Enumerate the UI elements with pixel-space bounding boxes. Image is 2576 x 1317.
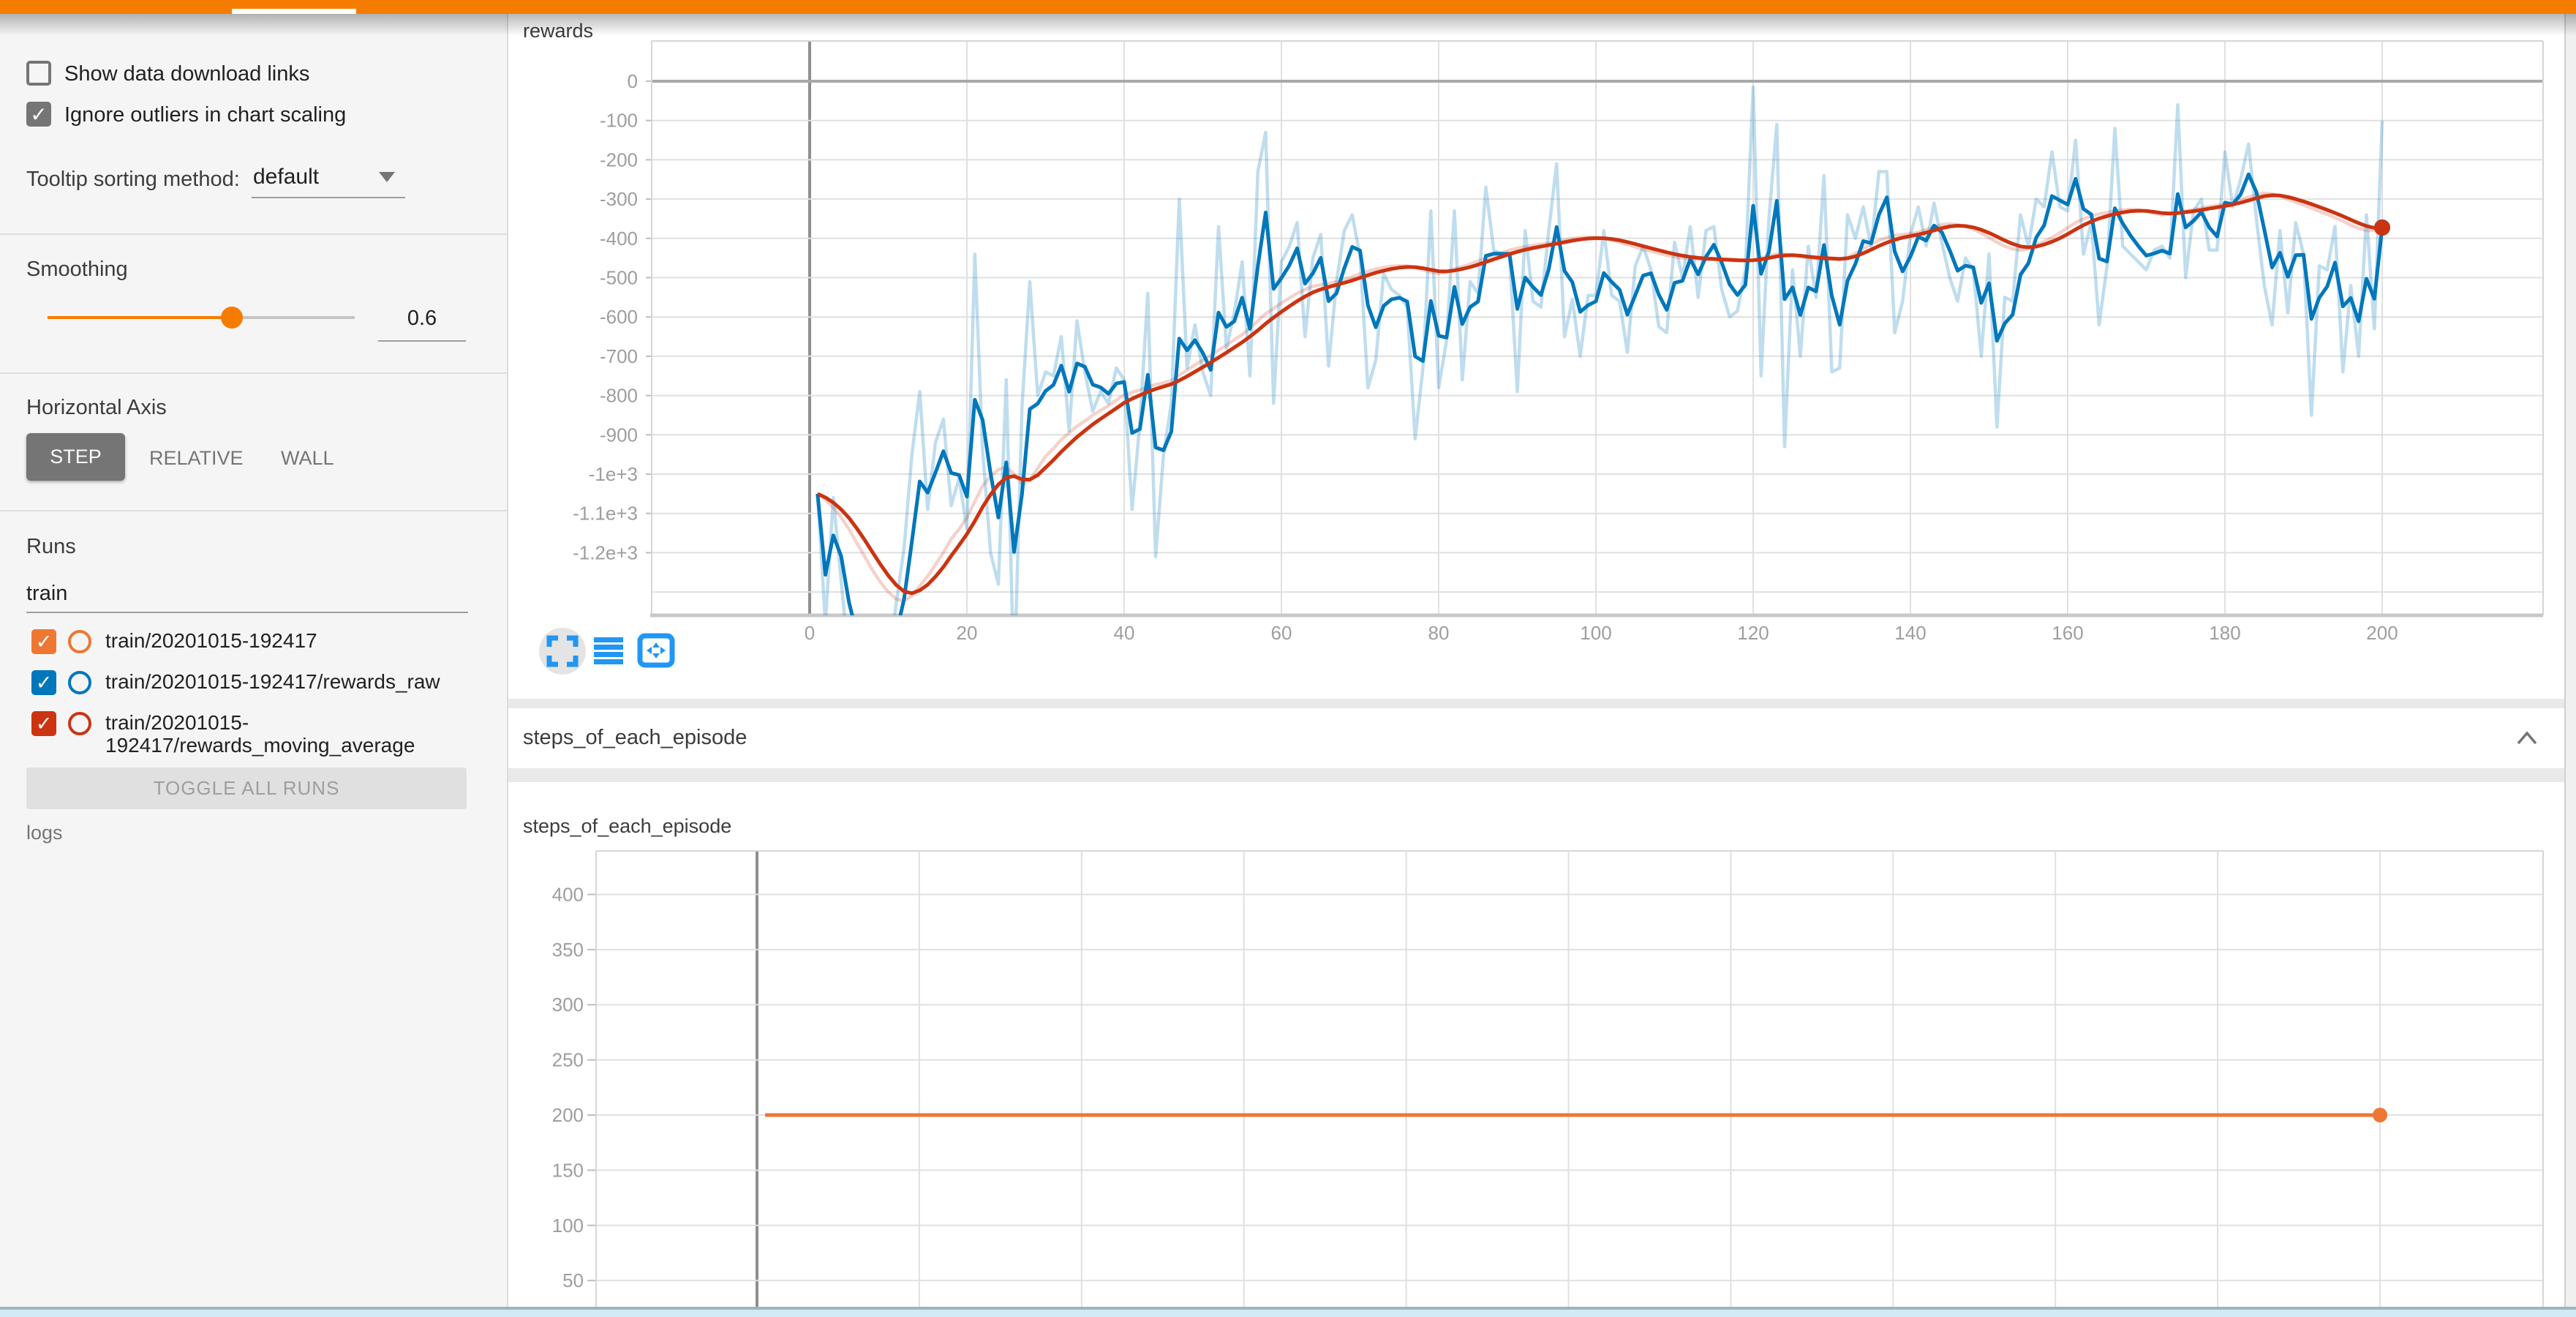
tooltip-sorting-label: Tooltip sorting method: — [26, 168, 240, 192]
divider — [0, 510, 507, 511]
run-label: train/20201015-192417/rewards_moving_ave… — [105, 711, 492, 757]
run-color-circle[interactable] — [68, 712, 91, 735]
fullscreen-icon[interactable] — [546, 634, 579, 668]
window-bottom-edge — [0, 1307, 2576, 1317]
axis-wall-button[interactable]: WALL — [281, 447, 334, 470]
show-data-download-links-label: Show data download links — [64, 62, 309, 86]
active-tab-underline — [232, 9, 356, 14]
steps-card: steps_of_each_episode — [508, 782, 2564, 1307]
smoothing-slider-fill — [48, 316, 230, 319]
smoothing-input-underline — [378, 340, 466, 342]
toggle-all-runs-button[interactable]: TOGGLE ALL RUNS — [26, 768, 467, 809]
chevron-down-icon[interactable] — [379, 172, 395, 182]
vertical-scrollbar[interactable] — [2564, 14, 2576, 1307]
smoothing-label: Smoothing — [26, 258, 128, 282]
main-content: rewards steps_of_each_episode steps_of_e… — [508, 14, 2564, 1307]
tooltip-sorting-dropdown[interactable]: default — [253, 165, 319, 190]
tooltip-dropdown-underline — [252, 197, 405, 198]
steps-section-header[interactable]: steps_of_each_episode — [508, 708, 2564, 768]
data-table-icon[interactable] — [592, 634, 625, 668]
run-checkbox[interactable]: ✓ — [31, 711, 56, 736]
run-row[interactable]: ✓ train/20201015-192417 — [31, 629, 492, 654]
ignore-outliers-label: Ignore outliers in chart scaling — [64, 103, 346, 127]
run-label: train/20201015-192417 — [105, 629, 492, 652]
run-checkbox[interactable]: ✓ — [31, 670, 56, 695]
smoothing-value-input[interactable]: 0.6 — [378, 307, 466, 331]
rewards-chart-title: rewards — [523, 20, 593, 42]
divider — [0, 372, 507, 374]
ignore-outliers-checkbox[interactable]: ✓ — [26, 102, 51, 127]
axis-relative-button[interactable]: RELATIVE — [149, 447, 244, 470]
axis-step-button[interactable]: STEP — [26, 433, 125, 481]
steps-chart-title: steps_of_each_episode — [523, 815, 731, 838]
divider — [0, 233, 507, 235]
rewards-card: rewards — [508, 14, 2564, 699]
runs-label: Runs — [26, 535, 76, 559]
run-color-circle[interactable] — [68, 671, 91, 694]
settings-sidebar: Show data download links ✓ Ignore outlie… — [0, 14, 508, 1307]
horizontal-axis-label: Horizontal Axis — [26, 396, 167, 420]
fit-domain-icon[interactable] — [637, 633, 675, 668]
chevron-up-icon[interactable] — [2512, 724, 2542, 754]
run-checkbox[interactable]: ✓ — [31, 629, 56, 654]
run-row[interactable]: ✓ train/20201015-192417/rewards_raw — [31, 670, 492, 695]
top-app-bar — [0, 0, 2576, 14]
runs-filter-input[interactable]: train — [26, 582, 67, 606]
run-row[interactable]: ✓ train/20201015-192417/rewards_moving_av… — [31, 711, 492, 757]
logs-label: logs — [26, 822, 63, 844]
show-data-download-links-checkbox[interactable] — [26, 61, 51, 86]
check-icon: ✓ — [30, 102, 47, 127]
runs-filter-underline — [26, 612, 468, 613]
runs-list: ✓ train/20201015-192417 ✓ train/20201015-19… — [31, 629, 492, 773]
run-label: train/20201015-192417/rewards_raw — [105, 670, 492, 693]
steps-section-title: steps_of_each_episode — [523, 726, 747, 750]
smoothing-slider-knob[interactable] — [221, 307, 243, 329]
run-color-circle[interactable] — [68, 630, 91, 653]
